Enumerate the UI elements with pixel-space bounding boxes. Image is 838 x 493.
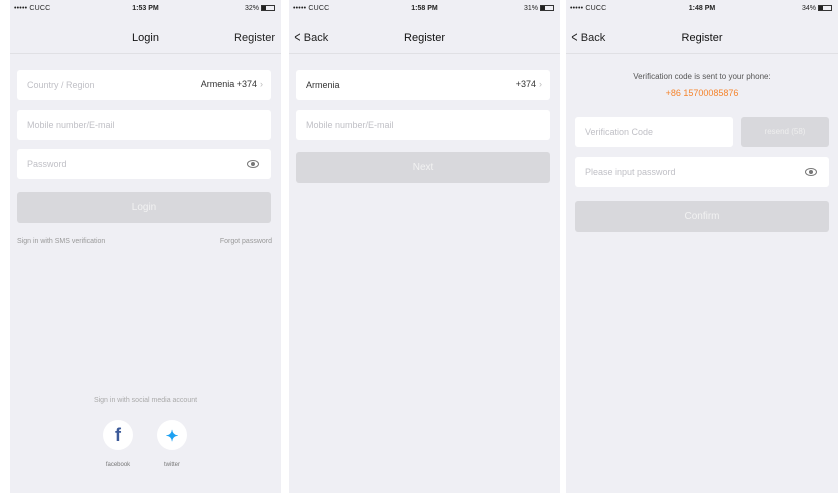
country-code-wrap: +374 › — [516, 79, 542, 89]
battery-percent: 31% — [523, 5, 538, 12]
status-time: 1:53 PM — [132, 5, 159, 12]
status-time: 1:58 PM — [411, 5, 438, 12]
battery-indicator: 31% — [524, 5, 554, 12]
register-link[interactable]: Register — [234, 32, 275, 44]
twitter-button[interactable]: ✦ — [157, 420, 187, 450]
nav-bar: < Back Register — [566, 20, 838, 54]
facebook-button[interactable]: f — [103, 420, 133, 450]
password-field[interactable]: Password — [17, 149, 271, 179]
country-code: +374 — [515, 79, 536, 89]
nav-bar: Login Register — [10, 20, 281, 54]
password-field[interactable]: Please input password — [575, 157, 829, 187]
confirm-button[interactable]: Confirm — [575, 201, 829, 232]
chevron-right-icon: › — [539, 79, 542, 89]
login-button[interactable]: Login — [17, 192, 271, 223]
password-placeholder: Password — [27, 159, 67, 169]
battery-icon — [818, 5, 832, 11]
mobile-email-field[interactable]: Mobile number/E-mail — [296, 110, 550, 140]
country-region-field[interactable]: Country / Region Armenia +374 › — [17, 70, 271, 100]
country-region-field[interactable]: Armenia +374 › — [296, 70, 550, 100]
verification-code-field[interactable]: Verification Code — [575, 117, 733, 147]
status-bar: ••••• CUCC 1:53 PM 32% — [10, 0, 281, 18]
battery-icon — [540, 5, 554, 11]
verification-message: Verification code is sent to your phone: — [633, 72, 771, 81]
page-title: Register — [681, 32, 723, 44]
status-bar: ••••• CUCC 1:58 PM 31% — [289, 0, 560, 18]
battery-indicator: 34% — [802, 5, 832, 12]
register-screen-step1: ••••• CUCC 1:58 PM 31% < Back Register Ar… — [289, 0, 560, 493]
eye-icon[interactable] — [247, 160, 259, 168]
next-button[interactable]: Next — [296, 152, 550, 183]
phone-number: +86 15700085876 — [665, 88, 739, 98]
twitter-icon: ✦ — [165, 428, 179, 445]
status-time: 1:48 PM — [688, 5, 716, 12]
mobile-email-placeholder: Mobile number/E-mail — [27, 120, 115, 130]
mobile-email-field[interactable]: Mobile number/E-mail — [17, 110, 271, 140]
country-region-placeholder: Country / Region — [27, 80, 95, 90]
mobile-email-placeholder: Mobile number/E-mail — [306, 120, 394, 130]
country-region-value: Armenia +374 › — [201, 79, 263, 89]
battery-percent: 32% — [244, 5, 259, 12]
battery-icon — [261, 5, 275, 11]
social-signin-caption: Sign in with social media account — [93, 397, 198, 404]
login-screen: ••••• CUCC 1:53 PM 32% Login Register Co… — [10, 0, 281, 493]
register-screen-verify: ••••• CUCC 1:48 PM 34% < Back Register Ve… — [566, 0, 838, 493]
facebook-label: facebook — [105, 462, 131, 468]
eye-icon[interactable] — [805, 168, 817, 176]
nav-bar: < Back Register — [289, 20, 560, 54]
status-bar: ••••• CUCC 1:48 PM 34% — [566, 0, 838, 18]
country-code-value: Armenia +374 — [200, 79, 257, 89]
forgot-password-link[interactable]: Forgot password — [220, 238, 272, 245]
sms-signin-link[interactable]: Sign in with SMS verification — [17, 238, 105, 245]
password-placeholder: Please input password — [585, 167, 676, 177]
chevron-right-icon: › — [260, 79, 263, 89]
facebook-icon: f — [115, 425, 121, 445]
verification-code-placeholder: Verification Code — [585, 127, 654, 137]
page-title: Register — [404, 32, 445, 44]
battery-indicator: 32% — [245, 5, 275, 12]
resend-button[interactable]: resend (58) — [741, 117, 829, 147]
country-name: Armenia — [306, 80, 340, 90]
battery-percent: 34% — [801, 5, 816, 12]
twitter-label: twitter — [163, 462, 180, 468]
